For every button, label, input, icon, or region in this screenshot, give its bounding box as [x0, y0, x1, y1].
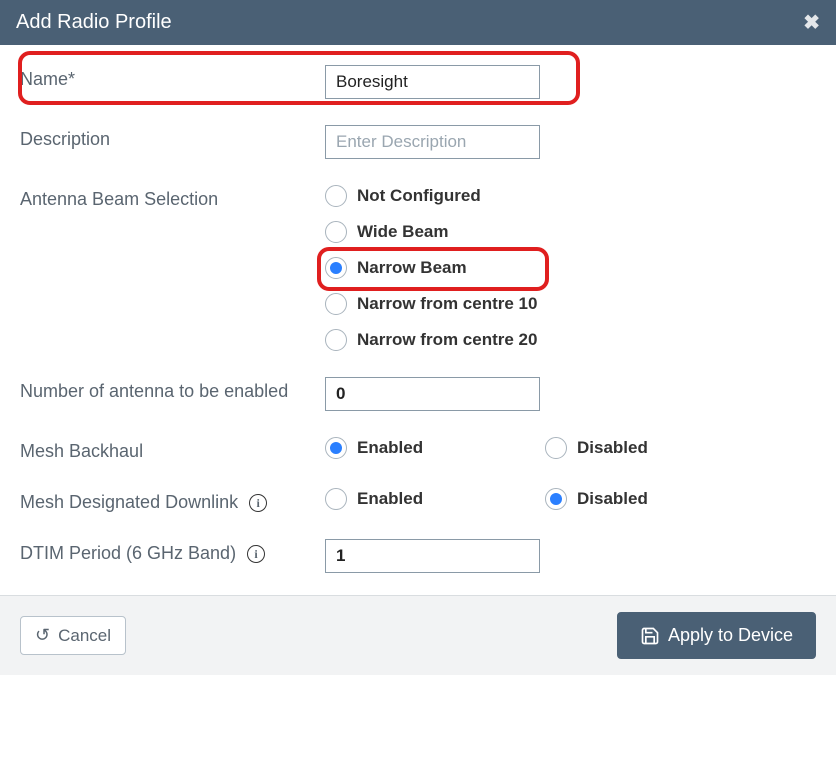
dtim-input[interactable]	[325, 539, 540, 573]
option-label: Disabled	[577, 489, 648, 509]
radio-icon	[325, 488, 347, 510]
mesh-backhaul-row: Mesh Backhaul Enabled Disabled	[20, 437, 816, 462]
mesh-downlink-row: Mesh Designated Downlink i Enabled Disab…	[20, 488, 816, 513]
description-label: Description	[20, 125, 325, 150]
mesh-backhaul-option-disabled[interactable]: Disabled	[545, 437, 705, 459]
radio-icon	[325, 329, 347, 351]
name-label: Name*	[20, 65, 325, 90]
radio-icon	[545, 437, 567, 459]
antenna-option-narrow-20[interactable]: Narrow from centre 20	[325, 329, 816, 351]
option-label: Enabled	[357, 438, 423, 458]
mesh-downlink-label: Mesh Designated Downlink i	[20, 488, 325, 513]
num-antenna-row: Number of antenna to be enabled	[20, 377, 816, 411]
mesh-downlink-radio-group: Enabled Disabled	[325, 488, 816, 510]
dtim-label: DTIM Period (6 GHz Band) i	[20, 539, 325, 564]
description-input[interactable]	[325, 125, 540, 159]
radio-icon	[545, 488, 567, 510]
mesh-downlink-option-enabled[interactable]: Enabled	[325, 488, 485, 510]
dtim-row: DTIM Period (6 GHz Band) i	[20, 539, 816, 573]
antenna-option-not-configured[interactable]: Not Configured	[325, 185, 816, 207]
antenna-beam-row: Antenna Beam Selection Not Configured Wi…	[20, 185, 816, 351]
description-row: Description	[20, 125, 816, 159]
option-label: Narrow Beam	[357, 258, 467, 278]
modal-body: Name* Description Antenna Beam Selection…	[0, 45, 836, 595]
add-radio-profile-modal: Add Radio Profile ✖ Name* Description An…	[0, 0, 836, 675]
option-label: Disabled	[577, 438, 648, 458]
antenna-option-narrow-10[interactable]: Narrow from centre 10	[325, 293, 816, 315]
cancel-button-label: Cancel	[58, 626, 111, 646]
mesh-downlink-label-text: Mesh Designated Downlink	[20, 492, 238, 512]
info-icon[interactable]: i	[249, 494, 267, 512]
dtim-label-text: DTIM Period (6 GHz Band)	[20, 543, 236, 563]
antenna-option-wide-beam[interactable]: Wide Beam	[325, 221, 816, 243]
modal-titlebar: Add Radio Profile ✖	[0, 0, 836, 45]
option-label: Not Configured	[357, 186, 481, 206]
close-icon[interactable]: ✖	[803, 10, 820, 35]
mesh-downlink-option-disabled[interactable]: Disabled	[545, 488, 705, 510]
option-label: Narrow from centre 10	[357, 294, 537, 314]
save-icon	[640, 626, 660, 646]
info-icon[interactable]: i	[247, 545, 265, 563]
mesh-backhaul-radio-group: Enabled Disabled	[325, 437, 816, 459]
radio-icon	[325, 221, 347, 243]
radio-icon	[325, 437, 347, 459]
name-input[interactable]	[325, 65, 540, 99]
option-label: Narrow from centre 20	[357, 330, 537, 350]
apply-button-label: Apply to Device	[668, 625, 793, 646]
radio-icon	[325, 293, 347, 315]
modal-title: Add Radio Profile	[16, 11, 172, 34]
num-antenna-input[interactable]	[325, 377, 540, 411]
antenna-beam-radio-group: Not Configured Wide Beam Narrow Beam	[325, 185, 816, 351]
radio-icon	[325, 257, 347, 279]
antenna-beam-label: Antenna Beam Selection	[20, 185, 325, 210]
name-row: Name*	[20, 65, 816, 99]
cancel-button[interactable]: ↺ Cancel	[20, 616, 126, 655]
apply-to-device-button[interactable]: Apply to Device	[617, 612, 816, 659]
option-label: Enabled	[357, 489, 423, 509]
num-antenna-label: Number of antenna to be enabled	[20, 377, 325, 402]
antenna-option-narrow-beam[interactable]: Narrow Beam	[325, 257, 816, 279]
modal-footer: ↺ Cancel Apply to Device	[0, 595, 836, 675]
option-label: Wide Beam	[357, 222, 448, 242]
radio-icon	[325, 185, 347, 207]
undo-icon: ↺	[35, 625, 50, 646]
mesh-backhaul-label: Mesh Backhaul	[20, 437, 325, 462]
mesh-backhaul-option-enabled[interactable]: Enabled	[325, 437, 485, 459]
